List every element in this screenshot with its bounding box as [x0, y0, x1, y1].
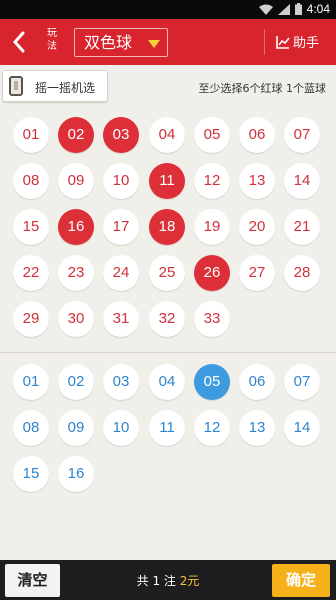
- red-ball[interactable]: 20: [239, 209, 275, 245]
- helper-button[interactable]: 助手: [276, 32, 319, 51]
- bottom-bar: 清空 共 1 注 2元 确定: [0, 560, 336, 600]
- game-name: 双色球: [84, 33, 133, 52]
- red-ball[interactable]: 31: [103, 301, 139, 337]
- selection-hint: 至少选择6个红球 1个蓝球: [198, 82, 327, 95]
- red-ball[interactable]: 12: [194, 163, 230, 199]
- red-ball[interactable]: 03: [103, 117, 139, 153]
- red-ball[interactable]: 28: [284, 255, 320, 291]
- blue-ball[interactable]: 08: [13, 410, 49, 446]
- summary-prefix: 共: [136, 574, 149, 588]
- header-divider: [264, 29, 265, 55]
- red-ball[interactable]: 06: [239, 117, 275, 153]
- status-time: 4:04: [306, 2, 330, 16]
- blue-ball[interactable]: 07: [284, 364, 320, 400]
- caret-down-icon: [148, 40, 160, 48]
- blue-ball[interactable]: 05: [194, 364, 230, 400]
- bet-count: 1: [152, 574, 161, 588]
- red-ball[interactable]: 26: [194, 255, 230, 291]
- red-ball[interactable]: 22: [13, 255, 49, 291]
- red-ball[interactable]: 14: [284, 163, 320, 199]
- back-button[interactable]: [8, 29, 30, 55]
- blue-ball[interactable]: 01: [13, 364, 49, 400]
- red-ball[interactable]: 25: [149, 255, 185, 291]
- red-ball[interactable]: 08: [13, 163, 49, 199]
- status-icons: 4:04: [258, 2, 330, 16]
- red-ball[interactable]: 27: [239, 255, 275, 291]
- red-ball[interactable]: 05: [194, 117, 230, 153]
- red-ball[interactable]: 21: [284, 209, 320, 245]
- blue-ball[interactable]: 12: [194, 410, 230, 446]
- blue-ball[interactable]: 15: [13, 456, 49, 492]
- chevron-left-icon: [12, 31, 25, 53]
- blue-ball[interactable]: 10: [103, 410, 139, 446]
- signal-icon: [277, 3, 290, 15]
- red-ball[interactable]: 16: [58, 209, 94, 245]
- red-ball[interactable]: 07: [284, 117, 320, 153]
- shake-label: 摇一摇机选: [35, 81, 96, 95]
- red-ball[interactable]: 10: [103, 163, 139, 199]
- game-type-dropdown[interactable]: 双色球: [74, 28, 168, 57]
- red-ball[interactable]: 23: [58, 255, 94, 291]
- red-ball[interactable]: 33: [194, 301, 230, 337]
- red-ball[interactable]: 29: [13, 301, 49, 337]
- blue-ball[interactable]: 14: [284, 410, 320, 446]
- red-ball[interactable]: 11: [149, 163, 185, 199]
- red-ball[interactable]: 24: [103, 255, 139, 291]
- red-ball[interactable]: 32: [149, 301, 185, 337]
- bet-amount: 2元: [179, 574, 200, 588]
- red-ball[interactable]: 15: [13, 209, 49, 245]
- helper-label: 助手: [293, 36, 320, 51]
- play-type-label: 玩法: [47, 28, 57, 52]
- battery-icon: [294, 3, 302, 15]
- blue-ball[interactable]: 06: [239, 364, 275, 400]
- red-ball[interactable]: 19: [194, 209, 230, 245]
- status-bar: 4:04: [0, 0, 336, 19]
- red-ball[interactable]: 02: [58, 117, 94, 153]
- red-ball[interactable]: 01: [13, 117, 49, 153]
- wifi-icon: [258, 4, 273, 15]
- red-ball[interactable]: 04: [149, 117, 185, 153]
- chart-icon: [276, 35, 290, 49]
- blue-ball[interactable]: 11: [149, 410, 185, 446]
- confirm-button[interactable]: 确定: [272, 564, 330, 597]
- blue-ball[interactable]: 02: [58, 364, 94, 400]
- red-ball[interactable]: 17: [103, 209, 139, 245]
- red-ball[interactable]: 13: [239, 163, 275, 199]
- blue-ball[interactable]: 16: [58, 456, 94, 492]
- section-divider: [0, 352, 336, 353]
- app-header: 玩法 双色球 助手: [0, 19, 336, 65]
- blue-ball[interactable]: 13: [239, 410, 275, 446]
- blue-ball[interactable]: 04: [149, 364, 185, 400]
- blue-ball[interactable]: 03: [103, 364, 139, 400]
- red-ball[interactable]: 30: [58, 301, 94, 337]
- red-ball[interactable]: 18: [149, 209, 185, 245]
- blue-ball[interactable]: 09: [58, 410, 94, 446]
- phone-shake-icon: [9, 76, 23, 96]
- bet-unit: 注: [163, 574, 176, 588]
- red-ball[interactable]: 09: [58, 163, 94, 199]
- shake-random-button[interactable]: 摇一摇机选: [2, 70, 108, 102]
